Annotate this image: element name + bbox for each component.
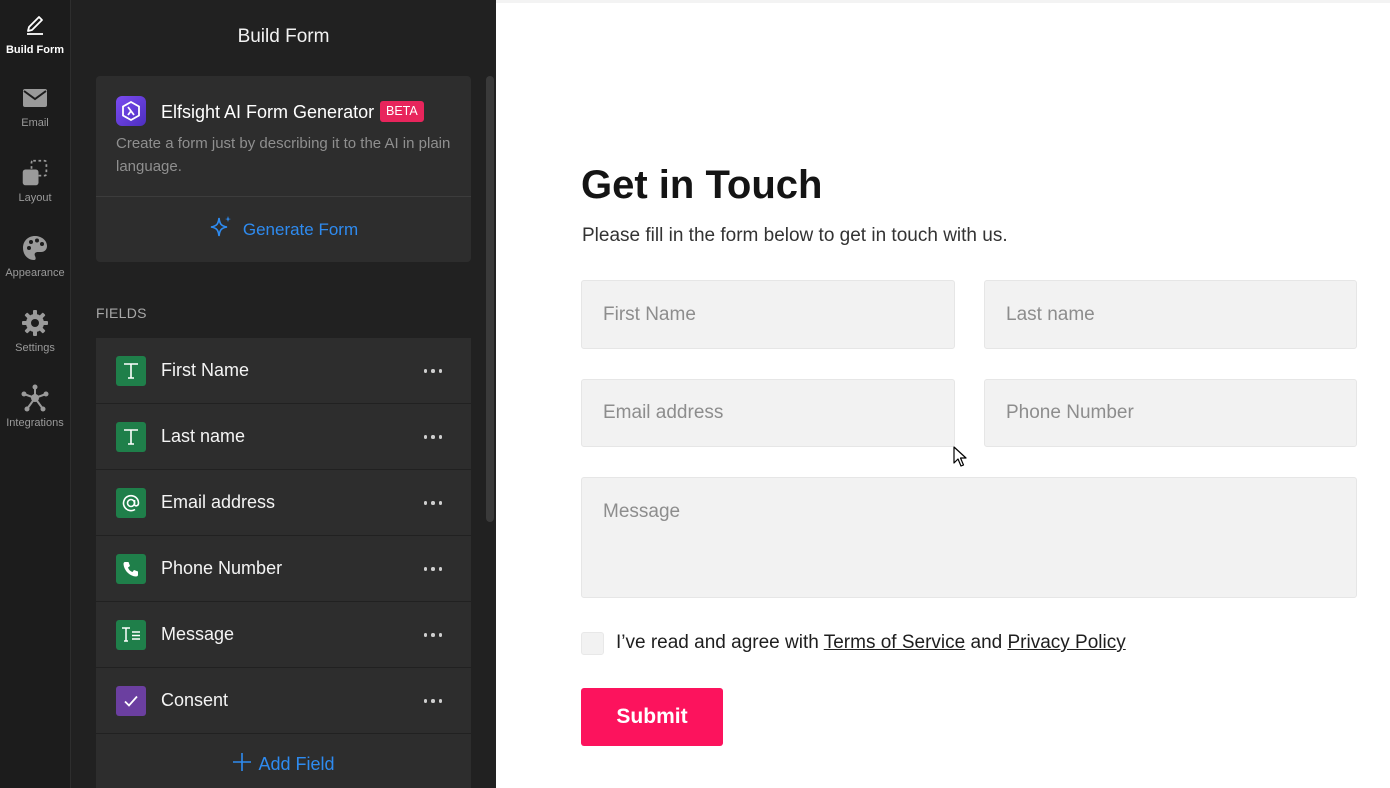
privacy-policy-link[interactable]: Privacy Policy: [1007, 632, 1125, 653]
integrations-icon: [21, 383, 49, 413]
message-placeholder: Message: [603, 501, 681, 522]
add-field-button[interactable]: Add Field: [96, 734, 471, 788]
more-options-icon[interactable]: [415, 488, 451, 518]
generate-form-label: Generate Form: [242, 219, 359, 239]
panel-title: Build Form: [237, 26, 330, 47]
form-subtitle: Please fill in the form below to get in …: [582, 225, 1008, 246]
first-name-input[interactable]: First Name: [581, 280, 955, 349]
field-label: Consent: [161, 690, 229, 710]
field-row-consent[interactable]: Consent: [96, 668, 471, 733]
submit-button[interactable]: Submit: [581, 688, 723, 746]
rail-label: Build Form: [5, 44, 65, 56]
field-label: First Name: [161, 360, 250, 380]
mouse-cursor-icon: [953, 446, 967, 467]
ai-form-generator-card: Elfsight AI Form Generator BETA Create a…: [96, 76, 471, 262]
builder-panel: Build Form Elfsight AI Form Generator BE…: [71, 0, 496, 788]
rail-item-build-form[interactable]: Build Form: [0, 0, 70, 70]
more-options-icon[interactable]: [415, 356, 451, 386]
text-icon: [116, 422, 146, 452]
at-icon: [116, 488, 146, 518]
last-name-input[interactable]: Last name: [984, 280, 1357, 349]
consent-checkbox[interactable]: [581, 632, 604, 655]
rail-item-appearance[interactable]: Appearance: [0, 223, 70, 293]
field-label: Last name: [161, 426, 246, 446]
fields-heading: FIELDS: [96, 305, 147, 321]
rail-item-settings[interactable]: Settings: [0, 298, 70, 368]
add-field-label: Add Field: [258, 753, 335, 774]
phone-icon: [116, 554, 146, 584]
palette-icon: [21, 233, 49, 263]
field-label: Email address: [161, 492, 276, 512]
more-options-icon[interactable]: [415, 686, 451, 716]
phone-input[interactable]: Phone Number: [984, 379, 1357, 447]
field-label: Message: [161, 624, 235, 644]
field-row-last-name[interactable]: Last name: [96, 404, 471, 469]
message-textarea[interactable]: Message: [581, 477, 1357, 598]
fields-list: First Name Last name Email address Phone…: [96, 338, 471, 788]
plus-icon: [232, 752, 258, 777]
field-row-email[interactable]: Email address: [96, 470, 471, 535]
textarea-icon: [116, 620, 146, 650]
form-title: Get in Touch: [581, 163, 823, 207]
ai-card-description: Create a form just by describing it to t…: [116, 135, 451, 175]
ai-logo-icon: [116, 96, 146, 126]
more-options-icon[interactable]: [415, 620, 451, 650]
rail-label: Settings: [15, 342, 55, 354]
checkbox-icon: [116, 686, 146, 716]
ai-card-title: Elfsight AI Form Generator: [161, 102, 375, 122]
rail-label: Integrations: [6, 417, 64, 429]
icon-rail: Build Form Email Layout Appearance Setti…: [0, 0, 71, 788]
more-options-icon[interactable]: [415, 554, 451, 584]
first-name-placeholder: First Name: [603, 303, 696, 325]
field-row-first-name[interactable]: First Name: [96, 338, 471, 403]
consent-and: and: [965, 632, 1008, 653]
gear-icon: [21, 308, 49, 338]
email-placeholder: Email address: [603, 402, 724, 423]
rail-label: Email: [21, 117, 49, 129]
terms-of-service-link[interactable]: Terms of Service: [824, 632, 965, 653]
field-label: Phone Number: [161, 558, 283, 578]
consent-prefix: I’ve read and agree with: [616, 632, 824, 653]
email-input[interactable]: Email address: [581, 379, 955, 447]
sparkle-icon: [209, 215, 243, 244]
rail-item-email[interactable]: Email: [0, 73, 70, 143]
panel-scrollbar[interactable]: [486, 76, 494, 522]
beta-badge: BETA: [380, 101, 424, 122]
text-icon: [116, 356, 146, 386]
phone-placeholder: Phone Number: [1006, 402, 1134, 423]
layout-icon: [21, 158, 49, 188]
form-preview: Get in Touch Please fill in the form bel…: [496, 0, 1390, 788]
pencil-icon: [21, 10, 49, 40]
consent-text: I’ve read and agree with Terms of Servic…: [616, 632, 1126, 654]
more-options-icon[interactable]: [415, 422, 451, 452]
envelope-icon: [21, 83, 49, 113]
last-name-placeholder: Last name: [1006, 303, 1095, 325]
rail-item-integrations[interactable]: Integrations: [0, 373, 70, 443]
field-row-phone[interactable]: Phone Number: [96, 536, 471, 601]
generate-form-button[interactable]: Generate Form: [96, 197, 471, 262]
rail-label: Appearance: [5, 267, 65, 279]
rail-item-layout[interactable]: Layout: [0, 148, 70, 218]
rail-label: Layout: [18, 192, 52, 204]
field-row-message[interactable]: Message: [96, 602, 471, 667]
